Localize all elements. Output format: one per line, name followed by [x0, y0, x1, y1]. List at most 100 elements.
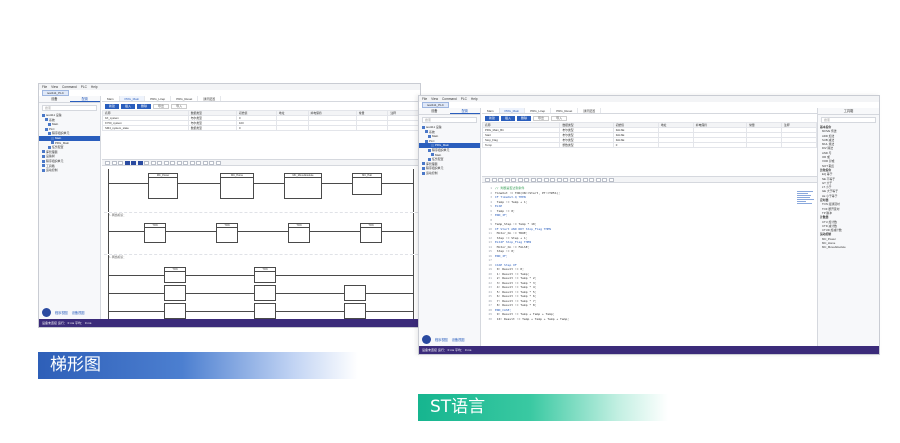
toolbox-item[interactable]: MC_MoveAbsolute — [818, 245, 879, 249]
function-block[interactable] — [344, 285, 366, 301]
export-button[interactable]: 导出 — [533, 115, 550, 121]
sidebar-search-input[interactable]: 搜索 — [422, 117, 477, 123]
toolbar-button[interactable] — [530, 177, 536, 182]
menu-help[interactable]: Help — [471, 97, 478, 101]
cell-init[interactable]: 0 — [612, 142, 659, 148]
menu-file[interactable]: File — [422, 97, 427, 101]
cell-address[interactable] — [275, 125, 309, 131]
cell-retain[interactable] — [692, 142, 748, 148]
sidebar-search-input[interactable]: 搜索 — [42, 105, 97, 111]
toolbar-button[interactable] — [105, 160, 110, 165]
function-block[interactable] — [164, 285, 186, 301]
function-block[interactable] — [164, 303, 186, 319]
doc-tab[interactable]: Main — [482, 108, 500, 113]
tree-item[interactable]: 运动控制 — [419, 171, 480, 176]
doc-tab[interactable]: PRG_Reset — [171, 96, 199, 101]
table-row[interactable]: SM4_system_state 数据类型 0 — [102, 125, 420, 131]
toolbar-button[interactable] — [137, 160, 143, 165]
insert-button[interactable]: 插入 — [501, 115, 516, 121]
st-code-editor[interactable]: 1// 判断是否达到条件 2 TimeOut := TON(IN:=Start, P… — [484, 186, 795, 344]
function-block[interactable]: MC_Power — [148, 173, 178, 199]
toolbar-button[interactable] — [202, 160, 208, 165]
cell-address[interactable] — [657, 142, 694, 148]
toolbar-button[interactable] — [189, 160, 195, 165]
doc-tab[interactable]: 通讯配置 — [578, 108, 602, 113]
toolbar-button[interactable] — [209, 160, 214, 165]
toolbar-button[interactable] — [582, 177, 588, 182]
toolbar-button[interactable] — [196, 160, 201, 165]
code-minimap[interactable] — [797, 190, 815, 220]
toolbar-button[interactable] — [157, 160, 162, 165]
device-view-link[interactable]: 设备视图 — [452, 337, 465, 342]
toolbar-button[interactable] — [608, 177, 614, 182]
toolbar-button[interactable] — [517, 177, 523, 182]
import-button[interactable]: 导入 — [171, 103, 188, 109]
toolbar-button[interactable] — [485, 177, 490, 182]
menu-view[interactable]: View — [431, 97, 438, 101]
tab-devices[interactable]: 设备 — [419, 108, 450, 114]
toolbar-button[interactable] — [491, 177, 497, 182]
table-row[interactable]: Temp 整数类型 0 — [481, 142, 817, 148]
tab-devices[interactable]: 设备 — [39, 96, 70, 102]
toolbar-button[interactable] — [556, 177, 562, 182]
toolbar-button[interactable] — [176, 160, 182, 165]
function-block[interactable] — [344, 303, 366, 319]
toolbar-button[interactable] — [543, 177, 549, 182]
function-block[interactable]: MC_Halt — [352, 173, 382, 195]
menu-help[interactable]: Help — [91, 85, 98, 89]
toolbar-button[interactable] — [215, 160, 221, 165]
function-block[interactable]: MC_Home — [220, 173, 254, 199]
function-block[interactable]: TON — [254, 267, 276, 283]
cell-name[interactable]: Temp — [481, 142, 561, 148]
cell-comment[interactable] — [781, 142, 817, 148]
menu-command[interactable]: Command — [62, 85, 77, 89]
menu-plc[interactable]: PLC — [81, 85, 87, 89]
toolbar-button[interactable] — [576, 177, 581, 182]
toolbar-button[interactable] — [131, 160, 136, 165]
doc-tab[interactable]: PRG_Ltrep — [145, 96, 172, 101]
toolbar-button[interactable] — [124, 160, 130, 165]
cell-type[interactable]: 整数类型 — [559, 142, 614, 148]
insert-button[interactable]: 插入 — [121, 103, 136, 109]
toolbar-button[interactable] — [524, 177, 529, 182]
ladder-rung[interactable]: 2 - 网络标识： TON TON TON TON — [104, 213, 418, 255]
doc-tab[interactable]: 通讯配置 — [198, 96, 222, 101]
function-block[interactable]: MC_MoveAbsolute — [284, 173, 322, 199]
ladder-rung[interactable]: 3 - 网络标识： TON TON — [104, 255, 418, 325]
tab-config[interactable]: 配置 — [69, 96, 100, 102]
toolbar-button[interactable] — [511, 177, 516, 182]
cell-name[interactable]: SM4_system_state — [102, 125, 189, 131]
tree-item[interactable]: 运动控制 — [39, 168, 100, 173]
toolbar-button[interactable] — [537, 177, 542, 182]
tab-config[interactable]: 配置 — [449, 108, 480, 114]
toolbar-button[interactable] — [170, 160, 175, 165]
menu-view[interactable]: View — [51, 85, 58, 89]
function-block[interactable] — [254, 285, 276, 301]
function-block[interactable]: TON — [288, 223, 310, 243]
toolbar-button[interactable] — [602, 177, 607, 182]
cell-const[interactable] — [355, 125, 389, 131]
program-view-link[interactable]: 程序视图 — [55, 310, 68, 315]
delete-button[interactable]: 删除 — [517, 115, 532, 121]
doc-tab[interactable]: PRG_Reset — [551, 108, 579, 113]
toolbar-button[interactable] — [595, 177, 601, 182]
function-block[interactable]: TON — [216, 223, 238, 243]
toolbar-button[interactable] — [563, 177, 568, 182]
toolbox-search-input[interactable]: 搜索 — [821, 117, 876, 123]
toolbar-button[interactable] — [144, 160, 149, 165]
program-view-link[interactable]: 程序视图 — [435, 337, 448, 342]
cell-const[interactable] — [746, 142, 783, 148]
doc-tab-active[interactable]: PRG_Main — [119, 96, 146, 101]
ladder-diagram[interactable]: MC_Power MC_Home MC_MoveAbsolute MC_Halt… — [104, 169, 418, 325]
function-block[interactable]: TON — [144, 223, 166, 243]
menu-plc[interactable]: PLC — [461, 97, 467, 101]
function-block[interactable] — [254, 303, 276, 319]
toolbar-button[interactable] — [504, 177, 510, 182]
export-button[interactable]: 导出 — [153, 103, 170, 109]
menu-file[interactable]: File — [42, 85, 47, 89]
cell-type[interactable]: 数据类型 — [187, 125, 238, 131]
cell-retain[interactable] — [307, 125, 357, 131]
cell-comment[interactable] — [387, 125, 420, 131]
toolbar-button[interactable] — [498, 177, 503, 182]
import-button[interactable]: 导入 — [551, 115, 568, 121]
